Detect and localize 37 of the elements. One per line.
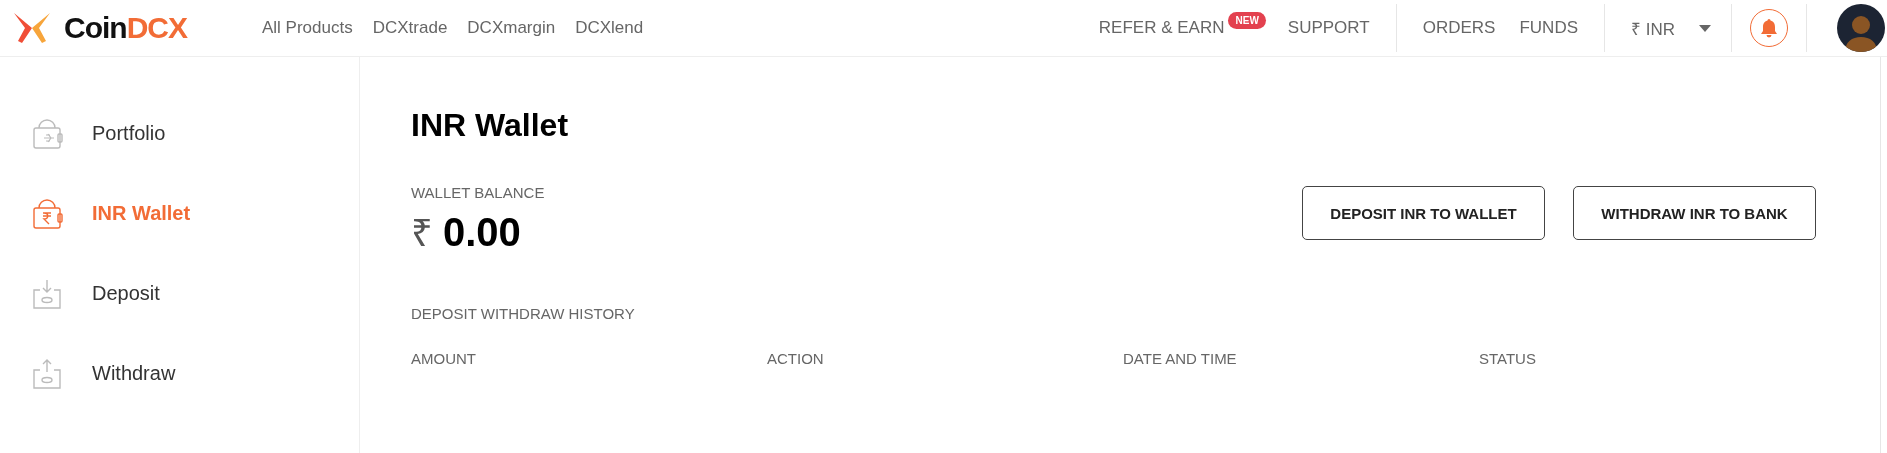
- caret-icon: [1699, 24, 1711, 32]
- currency-symbol: ₹: [411, 211, 433, 256]
- sidebar-item-label: INR Wallet: [92, 201, 191, 225]
- history-label: DEPOSIT WITHDRAW HISTORY: [411, 305, 636, 322]
- rupee-wallet-icon: [30, 196, 64, 230]
- logo-icon: [12, 11, 52, 45]
- avatar[interactable]: [1837, 4, 1885, 52]
- sidebar-item-label: Withdraw: [92, 361, 176, 385]
- currency-dropdown[interactable]: ₹ INR: [1605, 16, 1731, 40]
- support-link[interactable]: SUPPORT: [1287, 18, 1370, 38]
- sidebar-item[interactable]: INR Wallet: [0, 193, 359, 233]
- balance-label: WALLET BALANCE: [411, 184, 545, 201]
- sidebar-item-label: Portfolio: [92, 121, 166, 145]
- new-badge: NEW: [1228, 12, 1266, 29]
- withdraw-button[interactable]: WITHDRAW INR TO BANK: [1573, 186, 1816, 240]
- logo-text: CoinDCX: [64, 11, 187, 45]
- sidebar-item[interactable]: Withdraw: [0, 353, 359, 393]
- nav-link[interactable]: DCXlend: [575, 18, 644, 38]
- column-header: ACTION: [767, 350, 824, 367]
- deposit-button[interactable]: DEPOSIT INR TO WALLET: [1302, 186, 1545, 240]
- sidebar-item-label: Deposit: [92, 281, 160, 305]
- column-header: STATUS: [1479, 350, 1536, 367]
- refer-earn-link[interactable]: REFER & EARN: [1098, 18, 1225, 38]
- bell-icon: [1760, 18, 1778, 38]
- nav-link[interactable]: DCXmargin: [467, 18, 556, 38]
- funds-link[interactable]: FUNDS: [1519, 18, 1578, 38]
- column-header: DATE AND TIME: [1123, 350, 1237, 367]
- notification-button[interactable]: [1750, 9, 1788, 47]
- sidebar-item[interactable]: Portfolio: [0, 113, 359, 153]
- wallet-icon: [30, 116, 64, 150]
- nav-link[interactable]: All Products: [262, 18, 353, 38]
- balance-amount: 0.00: [443, 210, 521, 255]
- page-title: INR Wallet: [411, 107, 570, 144]
- orders-link[interactable]: ORDERS: [1422, 18, 1496, 38]
- column-header: AMOUNT: [411, 350, 476, 367]
- nav-link[interactable]: DCXtrade: [372, 18, 448, 38]
- sidebar-item[interactable]: Deposit: [0, 273, 359, 313]
